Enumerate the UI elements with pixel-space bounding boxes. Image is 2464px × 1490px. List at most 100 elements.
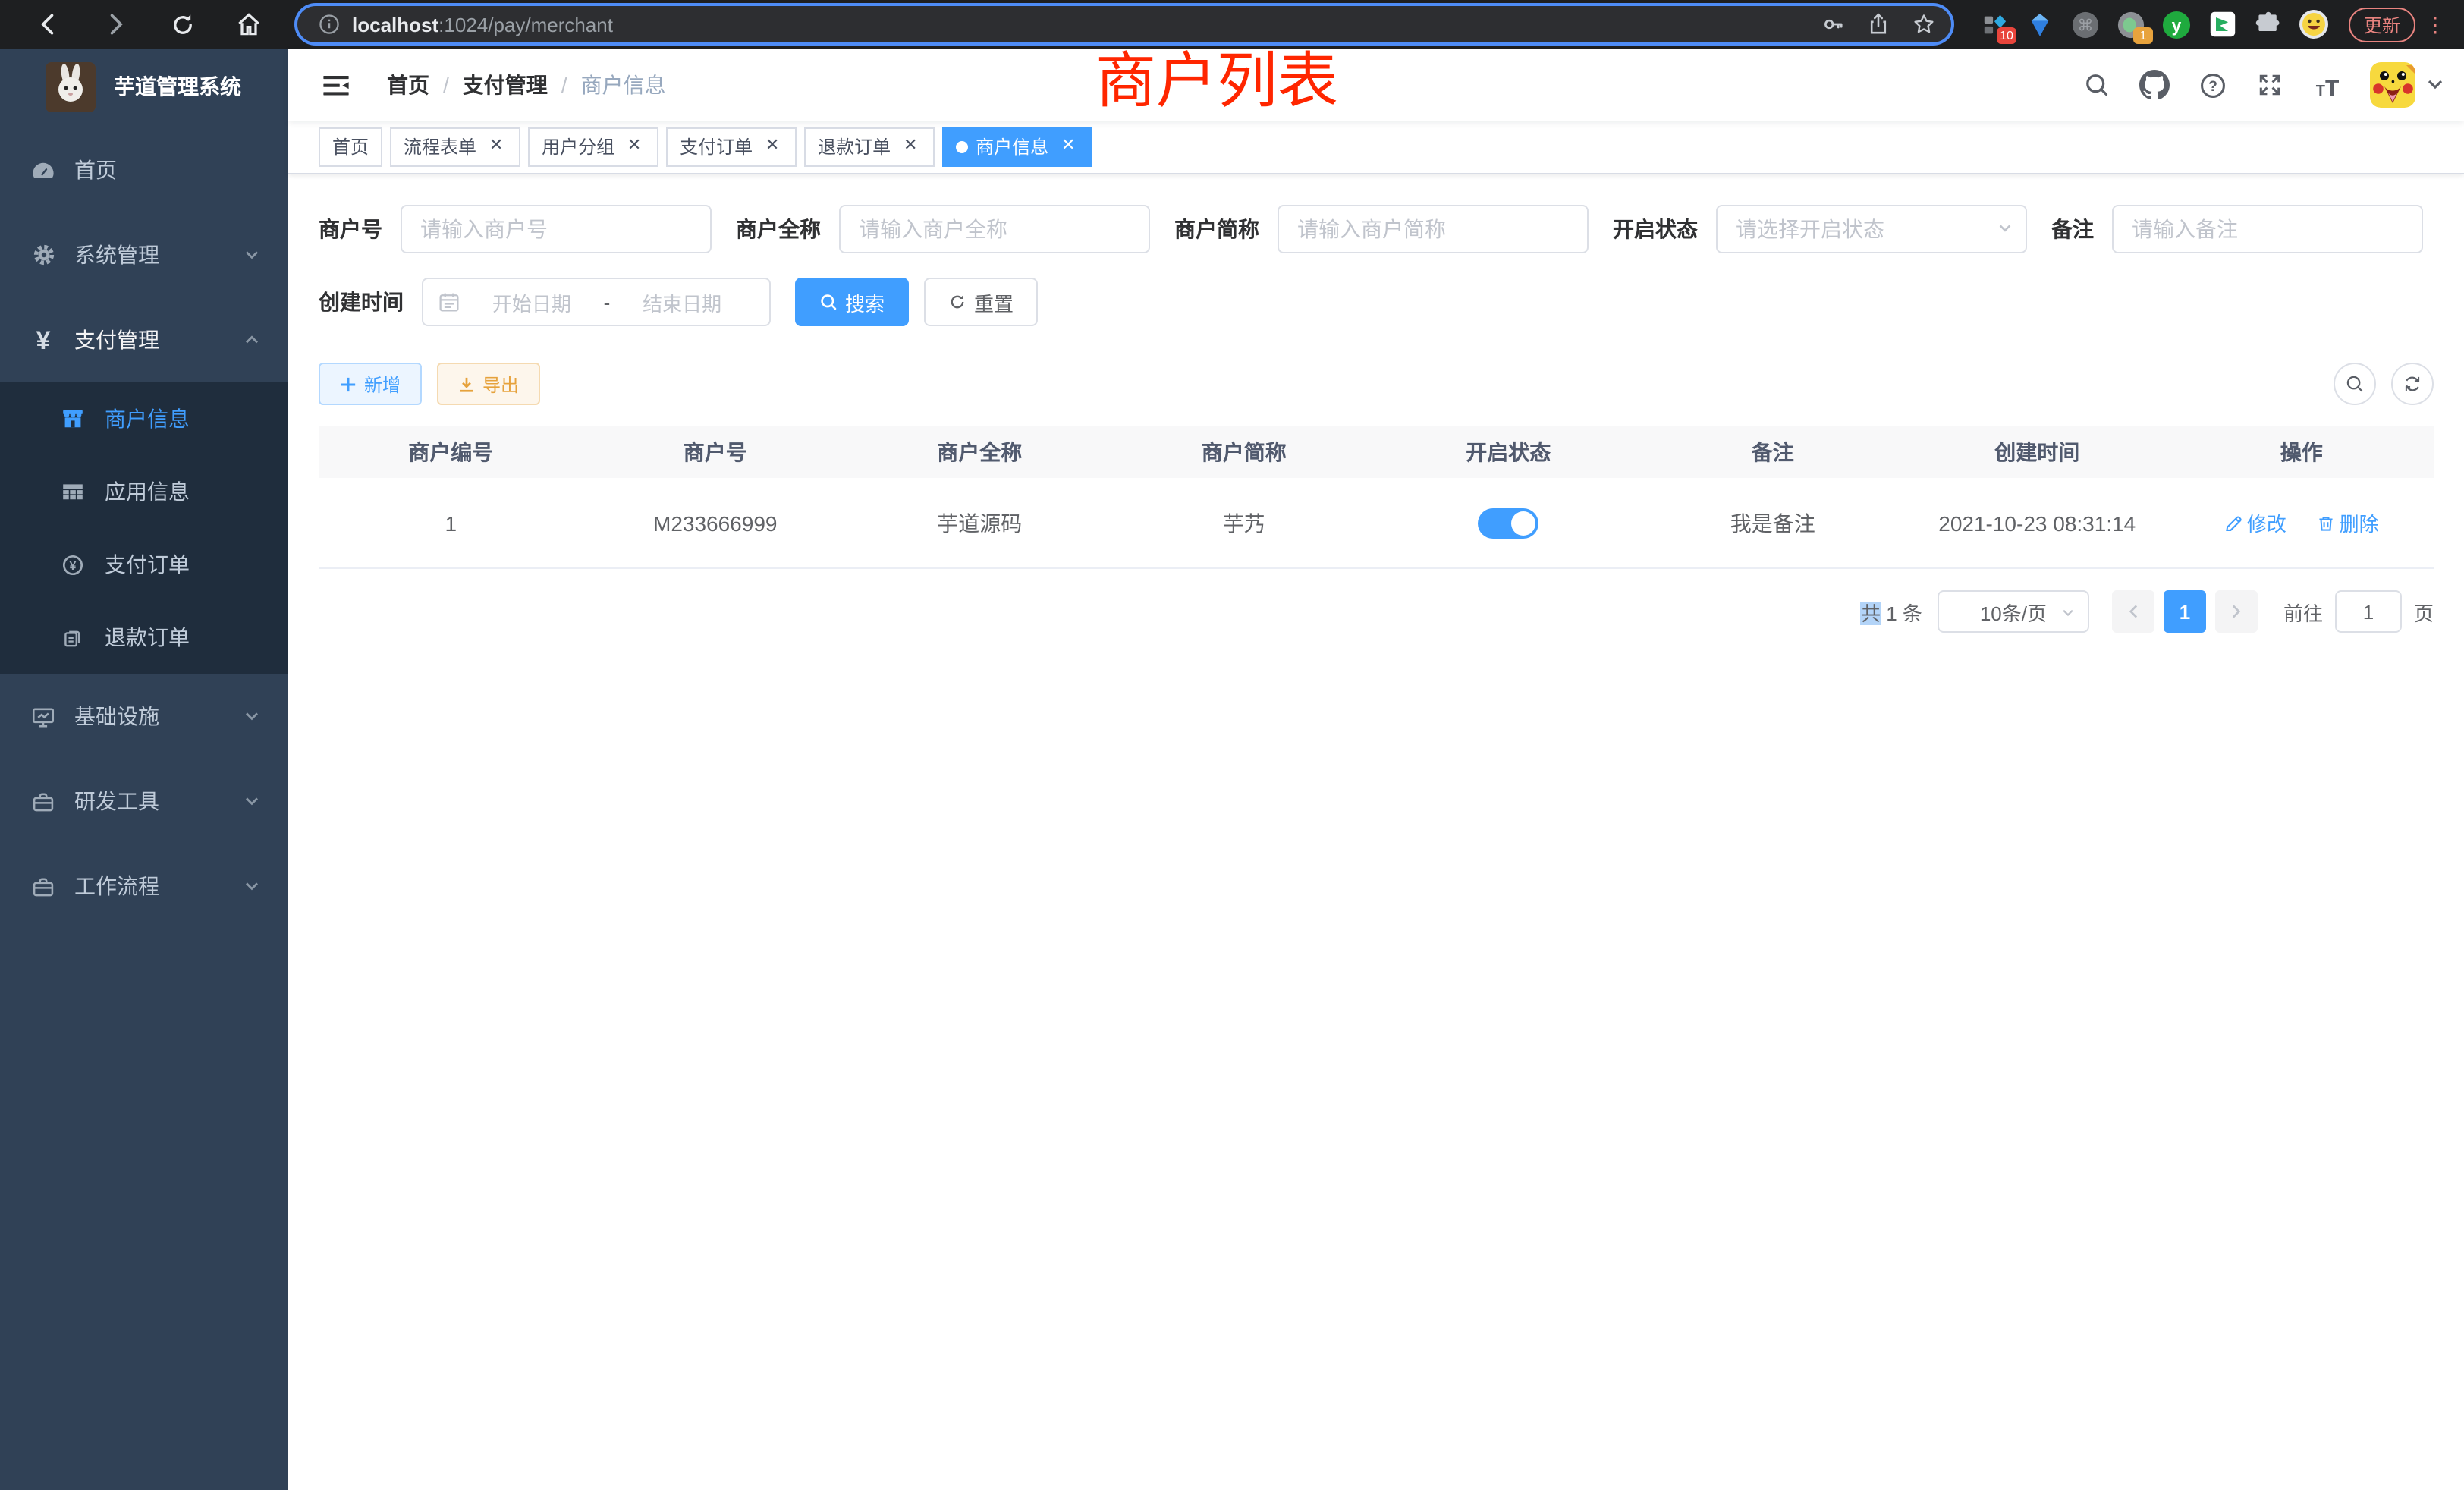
extension-badge: 10	[1997, 27, 2016, 44]
extension-green-y-icon[interactable]: y	[2162, 9, 2192, 39]
tag-process-form[interactable]: 流程表单 ✕	[390, 127, 520, 167]
site-info-icon[interactable]	[319, 14, 340, 35]
close-icon[interactable]: ✕	[486, 137, 507, 158]
short-name-input[interactable]	[1278, 205, 1589, 253]
user-avatar[interactable]	[2370, 62, 2415, 108]
extension-gem-icon[interactable]	[2026, 9, 2056, 39]
extensions-puzzle-icon[interactable]	[2253, 9, 2283, 39]
forward-icon[interactable]	[102, 11, 129, 38]
password-key-icon[interactable]	[1821, 12, 1845, 36]
bookmark-star-icon[interactable]	[1912, 12, 1936, 36]
sidebar-item-workflow[interactable]: 工作流程	[0, 844, 288, 929]
filter-status: 开启状态	[1613, 205, 2027, 253]
add-button[interactable]: 新增	[319, 363, 422, 405]
cell-create-time: 2021-10-23 08:31:14	[1905, 478, 2170, 568]
chrome-menu-icon[interactable]: ⋮	[2425, 17, 2446, 32]
sidebar-item-label: 支付管理	[74, 325, 243, 355]
sidebar-item-home[interactable]: 首页	[0, 127, 288, 212]
trash-icon	[2317, 514, 2335, 532]
close-icon[interactable]: ✕	[900, 137, 921, 158]
gear-icon	[30, 243, 56, 267]
sidebar-item-payment[interactable]: ¥ 支付管理	[0, 297, 288, 382]
home-icon[interactable]	[235, 11, 262, 38]
next-page-button[interactable]	[2215, 590, 2258, 633]
sidebar-item-merchant-info[interactable]: 商户信息	[0, 382, 288, 455]
close-icon[interactable]: ✕	[762, 137, 783, 158]
page-number-1[interactable]: 1	[2164, 590, 2206, 633]
tag-refund-order[interactable]: 退款订单 ✕	[804, 127, 935, 167]
tag-pay-order[interactable]: 支付订单✕	[666, 127, 797, 167]
reload-icon[interactable]	[168, 11, 196, 38]
page-size-select[interactable]: 10条/页	[1938, 590, 2089, 633]
start-date-placeholder[interactable]: 开始日期	[460, 288, 604, 316]
remark-input[interactable]	[2112, 205, 2423, 253]
back-icon[interactable]	[35, 11, 62, 38]
url-bar[interactable]: localhost:1024/pay/merchant	[297, 6, 1951, 42]
field-label: 备注	[2051, 214, 2094, 244]
svg-text:?: ?	[2208, 78, 2217, 94]
status-select[interactable]	[1716, 205, 2027, 253]
extension-command-icon[interactable]: ⌘	[2071, 9, 2101, 39]
fullscreen-icon[interactable]	[2255, 70, 2285, 100]
browser-toolbar: localhost:1024/pay/merchant 10 ⌘ 1 y	[0, 0, 2464, 49]
total-count-rest: 1 条	[1886, 602, 1922, 624]
chrome-update-button[interactable]: 更新	[2349, 7, 2415, 42]
sidebar-item-refund-order[interactable]: 退款订单	[0, 601, 288, 674]
url-text[interactable]: localhost:1024/pay/merchant	[352, 13, 1799, 36]
sidebar-item-dev-tools[interactable]: 研发工具	[0, 759, 288, 844]
tag-home[interactable]: 首页	[319, 127, 382, 167]
prev-page-button[interactable]	[2112, 590, 2154, 633]
extension-blocks-icon[interactable]: 10	[1980, 9, 2010, 39]
sidebar-logo[interactable]: 芋道管理系统	[0, 49, 288, 124]
app-title: 芋道管理系统	[114, 71, 241, 102]
tag-user-group[interactable]: 用户分组✕	[528, 127, 658, 167]
active-dot	[956, 141, 968, 153]
tag-merchant-info[interactable]: 商户信息✕	[942, 127, 1092, 167]
chevron-down-icon	[243, 792, 261, 810]
share-icon[interactable]	[1866, 12, 1890, 36]
end-date-placeholder[interactable]: 结束日期	[610, 288, 754, 316]
field-label: 商户全称	[736, 214, 821, 244]
breadcrumb-home[interactable]: 首页	[387, 70, 429, 100]
export-button[interactable]: 导出	[437, 363, 540, 405]
calendar-icon	[438, 291, 460, 313]
help-icon[interactable]: ?	[2197, 70, 2227, 100]
sidebar-item-pay-order[interactable]: ¥ 支付订单	[0, 528, 288, 601]
toolbox-icon	[30, 873, 56, 899]
font-size-icon[interactable]: TT	[2312, 70, 2343, 100]
extension-session-icon[interactable]: 1	[2117, 9, 2147, 39]
col-header: 开启状态	[1376, 426, 1641, 478]
search-button-label: 搜索	[845, 288, 885, 316]
search-button[interactable]: 搜索	[795, 278, 909, 326]
close-icon[interactable]: ✕	[624, 137, 645, 158]
avatar-caret-icon[interactable]	[2428, 79, 2443, 91]
sidebar-item-infra[interactable]: 基础设施	[0, 674, 288, 759]
monitor-icon	[30, 703, 56, 729]
goto-page-input[interactable]	[2335, 590, 2402, 633]
merchant-no-input[interactable]	[401, 205, 712, 253]
breadcrumb-payment[interactable]: 支付管理	[463, 70, 548, 100]
date-range-picker[interactable]: 开始日期 - 结束日期	[422, 278, 771, 326]
hamburger-icon[interactable]	[310, 71, 363, 99]
reset-button[interactable]: 重置	[924, 278, 1038, 326]
sidebar-item-system[interactable]: 系统管理	[0, 212, 288, 297]
toggle-search-button[interactable]	[2334, 363, 2376, 405]
svg-text:¥: ¥	[70, 559, 77, 572]
sidebar-item-label: 系统管理	[74, 240, 243, 270]
screen: localhost:1024/pay/merchant 10 ⌘ 1 y	[0, 0, 2464, 1490]
cell-remark: 我是备注	[1641, 478, 1906, 568]
github-icon[interactable]	[2139, 70, 2170, 100]
delete-link[interactable]: 删除	[2317, 508, 2379, 537]
tag-label: 退款订单	[818, 128, 891, 166]
status-toggle[interactable]	[1478, 508, 1538, 538]
extension-flag-icon[interactable]	[2208, 9, 2238, 39]
edit-link[interactable]: 修改	[2224, 508, 2286, 537]
header-search-icon[interactable]	[2082, 70, 2112, 100]
range-separator: -	[604, 291, 611, 313]
full-name-input[interactable]	[839, 205, 1150, 253]
profile-avatar-icon[interactable]	[2299, 9, 2329, 39]
close-icon[interactable]: ✕	[1058, 137, 1079, 158]
sidebar-item-app-info[interactable]: 应用信息	[0, 455, 288, 528]
refresh-table-button[interactable]	[2391, 363, 2434, 405]
tag-label: 流程表单	[404, 128, 476, 166]
